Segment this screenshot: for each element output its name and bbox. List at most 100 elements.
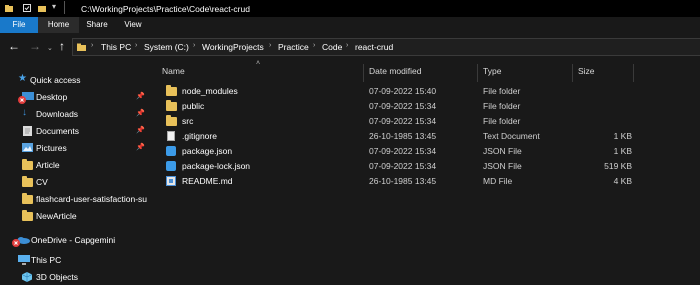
- file-size: 1 KB: [613, 146, 632, 156]
- file-name: package-lock.json: [182, 161, 251, 171]
- file-size: 519 KB: [604, 161, 632, 171]
- breadcrumb-workingprojects[interactable]: WorkingProjects: [202, 42, 264, 52]
- file-row[interactable]: .gitignore 26-10-1985 13:45 Text Documen…: [158, 129, 694, 144]
- file-type: File folder: [483, 101, 521, 111]
- tab-share[interactable]: Share: [79, 17, 115, 33]
- properties-icon[interactable]: [23, 4, 31, 12]
- text-file-icon: [166, 131, 176, 141]
- column-header-size[interactable]: Size: [578, 66, 595, 76]
- pin-icon[interactable]: 📌: [136, 143, 145, 151]
- nav-item-3d-objects[interactable]: 3D Objects: [0, 269, 150, 285]
- chevron-right-icon[interactable]: ›: [269, 42, 271, 49]
- address-row: ← → ⌄ ↑ › This PC › System (C:) › Workin…: [0, 33, 700, 60]
- breadcrumb-system-c[interactable]: System (C:): [144, 42, 189, 52]
- nav-item-label: This PC: [31, 255, 62, 265]
- file-row[interactable]: src 07-09-2022 15:34 File folder: [158, 114, 694, 129]
- file-row[interactable]: package.json 07-09-2022 15:34 JSON File …: [158, 144, 694, 159]
- nav-item-label: Pictures: [36, 143, 67, 153]
- chevron-right-icon[interactable]: ›: [346, 42, 348, 49]
- column-header-date[interactable]: Date modified: [369, 66, 421, 76]
- tab-view[interactable]: View: [115, 17, 151, 33]
- column-divider[interactable]: [363, 64, 364, 82]
- chevron-right-icon[interactable]: ›: [193, 42, 195, 49]
- file-list: ˄ Name Date modified Type Size node_modu…: [150, 60, 700, 285]
- nav-item-label: Quick access: [30, 75, 81, 85]
- nav-item-quick-access[interactable]: ★ Quick access: [0, 72, 150, 88]
- column-divider[interactable]: [477, 64, 478, 82]
- nav-item-cv[interactable]: CV: [0, 174, 150, 190]
- file-row[interactable]: node_modules 07-09-2022 15:40 File folde…: [158, 84, 694, 99]
- nav-item-downloads[interactable]: ↓ Downloads 📌: [0, 106, 150, 122]
- documents-icon: [23, 126, 32, 136]
- nav-item-desktop[interactable]: Desktop 📌: [0, 89, 150, 105]
- folder-icon: [5, 5, 13, 12]
- nav-item-pictures[interactable]: Pictures 📌: [0, 140, 150, 156]
- new-folder-icon[interactable]: [38, 4, 46, 12]
- computer-icon: [18, 255, 30, 265]
- up-icon[interactable]: ↑: [59, 39, 65, 53]
- nav-item-label: CV: [36, 177, 48, 187]
- address-bar[interactable]: › This PC › System (C:) › WorkingProject…: [72, 38, 700, 56]
- folder-icon: [22, 193, 33, 204]
- breadcrumb-practice[interactable]: Practice: [278, 42, 309, 52]
- file-name: src: [182, 116, 194, 126]
- pin-icon[interactable]: 📌: [136, 92, 145, 100]
- breadcrumb-code[interactable]: Code: [322, 42, 342, 52]
- nav-item-label: Desktop: [36, 92, 68, 102]
- file-name: README.md: [182, 176, 233, 186]
- star-icon: ★: [18, 73, 27, 84]
- file-type: File folder: [483, 86, 521, 96]
- download-icon: ↓: [22, 107, 27, 118]
- breadcrumb-react-crud[interactable]: react-crud: [355, 42, 393, 52]
- column-divider[interactable]: [572, 64, 573, 82]
- nav-item-label: Article: [36, 160, 60, 170]
- customize-toolbar-icon[interactable]: ▾: [52, 2, 56, 11]
- file-date: 07-09-2022 15:34: [369, 161, 437, 171]
- column-header-type[interactable]: Type: [483, 66, 501, 76]
- chevron-right-icon[interactable]: ›: [135, 42, 137, 49]
- breadcrumb-this-pc[interactable]: This PC: [101, 42, 131, 52]
- forward-icon[interactable]: →: [29, 39, 41, 53]
- sort-ascending-icon: ˄: [256, 60, 261, 67]
- divider: [64, 1, 65, 14]
- file-row[interactable]: README.md 26-10-1985 13:45 MD File 4 KB: [158, 174, 694, 189]
- nav-item-flashcard[interactable]: flashcard-user-satisfaction-su: [0, 191, 150, 207]
- pictures-icon: [22, 143, 33, 152]
- file-date: 07-09-2022 15:34: [369, 116, 437, 126]
- tab-file[interactable]: File: [0, 17, 38, 33]
- nav-item-onedrive[interactable]: OneDrive - Capgemini: [0, 232, 150, 248]
- folder-icon: [166, 115, 177, 126]
- file-size: 1 KB: [613, 131, 632, 141]
- file-date: 07-09-2022 15:34: [369, 101, 437, 111]
- file-date: 26-10-1985 13:45: [369, 176, 437, 186]
- folder-icon: [22, 210, 33, 221]
- 3d-objects-icon: [22, 272, 32, 282]
- file-row[interactable]: public 07-09-2022 15:34 File folder: [158, 99, 694, 114]
- recent-locations-icon[interactable]: ⌄: [47, 42, 53, 56]
- column-divider[interactable]: [633, 64, 634, 82]
- column-header-name[interactable]: Name: [162, 66, 185, 76]
- vscode-file-icon: [166, 146, 176, 156]
- folder-icon: [166, 85, 177, 96]
- pin-icon[interactable]: 📌: [136, 126, 145, 134]
- file-name: package.json: [182, 146, 233, 156]
- chevron-right-icon[interactable]: ›: [91, 42, 93, 49]
- nav-item-this-pc[interactable]: This PC: [0, 252, 150, 268]
- file-type: Text Document: [483, 131, 540, 141]
- nav-item-article[interactable]: Article: [0, 157, 150, 173]
- folder-icon: [22, 159, 33, 170]
- file-date: 07-09-2022 15:40: [369, 86, 437, 96]
- nav-item-documents[interactable]: Documents 📌: [0, 123, 150, 139]
- nav-item-label: Downloads: [36, 109, 79, 119]
- navigation-pane: ★ Quick access Desktop 📌 ↓ Downloads 📌 D…: [0, 60, 150, 285]
- tab-home[interactable]: Home: [38, 17, 79, 33]
- pin-icon[interactable]: 📌: [136, 109, 145, 117]
- nav-item-newarticle[interactable]: NewArticle: [0, 208, 150, 224]
- back-icon[interactable]: ←: [8, 39, 20, 53]
- folder-icon: [166, 100, 177, 111]
- file-date: 26-10-1985 13:45: [369, 131, 437, 141]
- chevron-right-icon[interactable]: ›: [313, 42, 315, 49]
- file-type: JSON File: [483, 146, 522, 156]
- file-type: JSON File: [483, 161, 522, 171]
- file-row[interactable]: package-lock.json 07-09-2022 15:34 JSON …: [158, 159, 694, 174]
